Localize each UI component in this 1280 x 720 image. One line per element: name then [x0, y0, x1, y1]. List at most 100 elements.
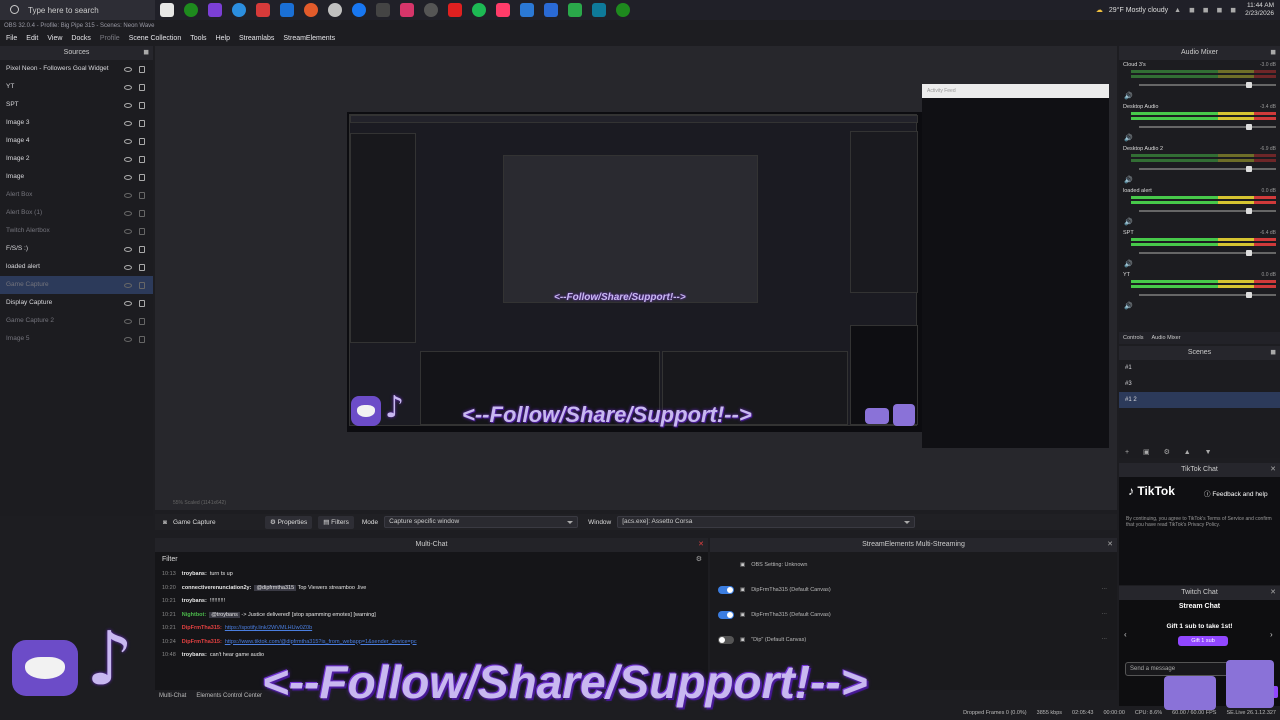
weather-icon[interactable]: ☁ — [1096, 6, 1103, 14]
app-icon[interactable] — [496, 3, 510, 17]
lock-icon[interactable] — [139, 317, 145, 325]
visibility-icon[interactable] — [124, 120, 132, 126]
menu-tools[interactable]: Tools — [190, 33, 206, 45]
weather-text[interactable]: 29°F Mostly cloudy — [1109, 7, 1168, 14]
visibility-icon[interactable] — [124, 156, 132, 162]
visibility-icon[interactable] — [124, 66, 132, 72]
menu-docks[interactable]: Docks — [71, 33, 90, 45]
chrome-icon[interactable] — [304, 3, 318, 17]
menu-view[interactable]: View — [47, 33, 62, 45]
menu-streamlabs[interactable]: Streamlabs — [239, 33, 274, 45]
source-item[interactable]: Alert Box (1) — [0, 204, 153, 222]
chat-username[interactable]: DipFrmTha315: — [182, 639, 222, 645]
stream-toggle[interactable] — [718, 585, 734, 594]
visibility-icon[interactable] — [124, 102, 132, 108]
chat-username[interactable]: troybans: — [182, 571, 207, 577]
source-item[interactable]: F/S/S :) — [0, 240, 153, 258]
source-item[interactable]: Image 4 — [0, 132, 153, 150]
visibility-icon[interactable] — [124, 192, 132, 198]
volume-slider[interactable] — [1139, 208, 1276, 214]
lock-icon[interactable] — [139, 299, 145, 307]
chat-username[interactable]: connectiverenunciation2y: — [182, 585, 252, 591]
lock-icon[interactable] — [139, 245, 145, 253]
chat-username[interactable]: DipFrmTha315: — [182, 625, 222, 631]
lock-icon[interactable] — [139, 173, 145, 181]
volume-slider[interactable] — [1139, 250, 1276, 256]
lock-icon[interactable] — [139, 65, 145, 73]
close-icon[interactable]: ✕ — [1270, 463, 1276, 477]
app-icon[interactable] — [424, 3, 438, 17]
visibility-icon[interactable] — [124, 336, 132, 342]
close-icon[interactable]: ✕ — [1107, 538, 1113, 552]
visibility-icon[interactable] — [124, 228, 132, 234]
lock-icon[interactable] — [139, 83, 145, 91]
lock-icon[interactable] — [139, 281, 145, 289]
app-icon[interactable] — [568, 3, 582, 17]
source-item[interactable]: loaded alert — [0, 258, 153, 276]
volume-slider[interactable] — [1139, 82, 1276, 88]
speaker-icon[interactable]: 🔊 — [1124, 260, 1133, 268]
menu-scene-collection[interactable]: Scene Collection — [129, 33, 182, 45]
app-icon[interactable] — [256, 3, 270, 17]
close-icon[interactable]: ✕ — [1270, 586, 1276, 600]
visibility-icon[interactable] — [124, 264, 132, 270]
more-icon[interactable]: ⋯ — [1102, 637, 1108, 643]
clock[interactable]: 11:44 AM 2/23/2026 — [1245, 2, 1274, 18]
chat-link[interactable]: https://spotify.link/2WVMLHUw0Z0b — [225, 625, 312, 631]
mode-select[interactable]: Capture specific window — [384, 516, 579, 528]
chat-link[interactable]: https://www.tiktok.com/@dipfrmtha315?is_… — [225, 639, 417, 645]
preview-canvas[interactable]: ♪ — [347, 112, 923, 432]
app-icon[interactable] — [208, 3, 222, 17]
scene-item[interactable]: #1 2 — [1119, 392, 1280, 408]
visibility-icon[interactable] — [124, 318, 132, 324]
source-item[interactable]: Twitch Alertbox — [0, 222, 153, 240]
more-icon[interactable]: ⋯ — [1102, 587, 1108, 593]
visibility-icon[interactable] — [124, 246, 132, 252]
menu-file[interactable]: File — [6, 33, 17, 45]
source-item[interactable]: Display Capture — [0, 294, 153, 312]
source-item[interactable]: Image — [0, 168, 153, 186]
lock-icon[interactable] — [139, 191, 145, 199]
speaker-icon[interactable]: 🔊 — [1124, 134, 1133, 142]
volume-slider[interactable] — [1139, 292, 1276, 298]
chat-username[interactable]: troybans: — [182, 598, 207, 604]
tiktok-icon[interactable] — [376, 3, 390, 17]
edge-icon[interactable] — [232, 3, 246, 17]
source-item[interactable]: Pixel Neon - Followers Goal Widget — [0, 60, 153, 78]
lock-icon[interactable] — [139, 263, 145, 271]
source-item[interactable]: SPT — [0, 96, 153, 114]
facebook-icon[interactable] — [352, 3, 366, 17]
zoom-status[interactable]: 55% Scaled (1141x642) — [173, 500, 226, 506]
media-icon[interactable] — [328, 3, 342, 17]
source-item[interactable]: Alert Box — [0, 186, 153, 204]
properties-button[interactable]: ⚙ Properties — [264, 515, 313, 529]
visibility-icon[interactable] — [124, 84, 132, 90]
visibility-icon[interactable] — [124, 138, 132, 144]
volume-slider[interactable] — [1139, 124, 1276, 130]
spotify-icon[interactable] — [472, 3, 486, 17]
app-icon[interactable] — [544, 3, 558, 17]
source-item[interactable]: Game Capture — [0, 276, 153, 294]
window-select[interactable]: [acs.exe]: Assetto Corsa — [617, 516, 916, 528]
scene-controls[interactable]: + ▣ ⚙ ▲ ▼ — [1125, 448, 1218, 456]
source-item[interactable]: Game Capture 2 — [0, 312, 153, 330]
menu-streamelements[interactable]: StreamElements — [283, 33, 335, 45]
volume-slider[interactable] — [1139, 166, 1276, 172]
lock-icon[interactable] — [139, 119, 145, 127]
lock-icon[interactable] — [139, 335, 145, 343]
menu-profile[interactable]: Profile — [100, 33, 120, 45]
visibility-icon[interactable] — [124, 210, 132, 216]
lock-icon[interactable] — [139, 155, 145, 163]
menu-edit[interactable]: Edit — [26, 33, 38, 45]
feedback-link[interactable]: ⓘ Feedback and help — [1204, 488, 1268, 498]
close-icon[interactable]: ◼ — [1270, 46, 1276, 60]
tab-audio-mixer[interactable]: Audio Mixer — [1151, 332, 1180, 344]
xbox-icon[interactable] — [184, 3, 198, 17]
xbox-icon[interactable] — [616, 3, 630, 17]
app-icon[interactable] — [400, 3, 414, 17]
chevron-left-icon[interactable]: ‹ — [1124, 630, 1127, 639]
speaker-icon[interactable]: 🔊 — [1124, 92, 1133, 100]
source-item[interactable]: Image 2 — [0, 150, 153, 168]
tab-controls[interactable]: Controls — [1123, 332, 1143, 344]
stream-toggle[interactable] — [718, 635, 734, 644]
